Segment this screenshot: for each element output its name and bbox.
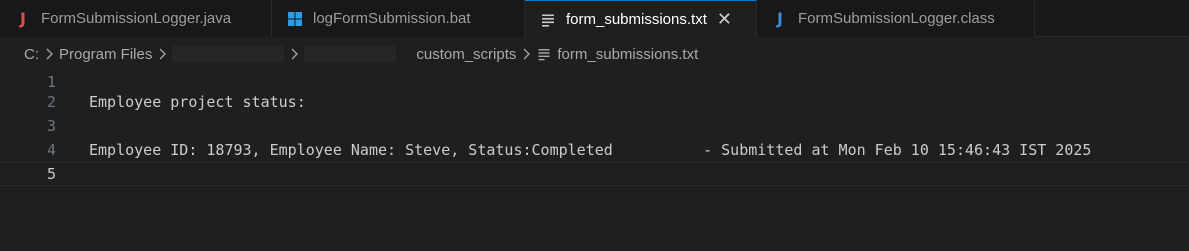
editor-line[interactable]: 3 (0, 114, 1189, 138)
chevron-right-icon (287, 48, 301, 60)
chevron-right-icon (519, 48, 533, 60)
text-file-icon (536, 48, 552, 61)
windows-bat-file-icon (286, 11, 304, 27)
tab-formsubmissionlogger-java[interactable]: J FormSubmissionLogger.java (0, 0, 272, 37)
breadcrumb-redacted-folder[interactable] (304, 46, 397, 62)
chevron-right-icon (42, 48, 56, 60)
tab-label: logFormSubmission.bat (313, 10, 471, 27)
breadcrumb: C: Program Files custom_scripts form_sub… (0, 38, 1189, 70)
breadcrumb-program-files[interactable]: Program Files (59, 46, 152, 63)
breadcrumb-file[interactable]: form_submissions.txt (557, 46, 698, 63)
tab-label: FormSubmissionLogger.java (41, 10, 232, 27)
editor-line[interactable]: 4 Employee ID: 18793, Employee Name: Ste… (0, 138, 1189, 162)
editor-line[interactable]: 2 Employee project status: (0, 90, 1189, 114)
tab-logformsubmission-bat[interactable]: logFormSubmission.bat (272, 0, 525, 37)
text-file-icon (539, 13, 557, 27)
tab-label: FormSubmissionLogger.class (798, 10, 995, 27)
code-editor[interactable]: 1 2 Employee project status: 3 4 Employe… (0, 70, 1189, 251)
line-text[interactable]: Employee project status: (89, 90, 306, 114)
editor-line-current[interactable]: 5 (0, 162, 1189, 186)
breadcrumb-drive[interactable]: C: (24, 46, 39, 63)
class-file-icon: J (777, 9, 783, 28)
chevron-right-icon (155, 48, 169, 60)
breadcrumb-custom-scripts[interactable]: custom_scripts (416, 46, 516, 63)
tab-formsubmissionlogger-class[interactable]: J FormSubmissionLogger.class (757, 0, 1035, 37)
line-number: 4 (46, 141, 56, 159)
breadcrumb-redacted-folder[interactable] (172, 46, 285, 62)
tab-form-submissions-txt[interactable]: form_submissions.txt ✕ (525, 0, 757, 38)
tab-label: form_submissions.txt (566, 11, 707, 28)
line-number: 2 (46, 93, 56, 111)
line-number: 5 (46, 165, 56, 183)
line-number: 3 (46, 117, 56, 135)
java-file-icon: J (20, 9, 26, 28)
editor-tab-bar: J FormSubmissionLogger.java logFormSubmi… (0, 0, 1189, 38)
close-icon[interactable]: ✕ (717, 10, 732, 29)
line-text[interactable]: Employee ID: 18793, Employee Name: Steve… (89, 138, 1091, 162)
